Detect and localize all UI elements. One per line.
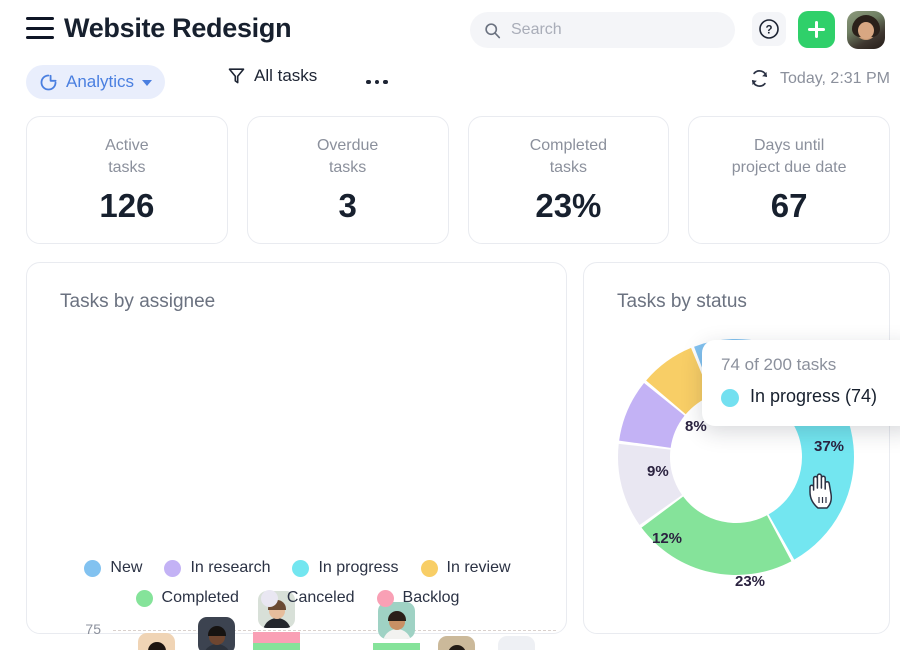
assignee-avatar[interactable] bbox=[198, 617, 235, 650]
donut-chart-icon bbox=[40, 74, 57, 90]
legend-color-dot bbox=[135, 589, 153, 607]
stat-value: 23% bbox=[535, 187, 602, 225]
legend-color-dot bbox=[164, 559, 182, 577]
donut-percentage-label: 37% bbox=[814, 438, 845, 455]
legend-item[interactable]: In research bbox=[164, 559, 270, 577]
stat-label: Active tasks bbox=[105, 135, 149, 178]
tooltip-color-dot bbox=[721, 389, 739, 407]
legend-row: New In research In progress In review bbox=[57, 559, 538, 577]
assignee-avatar[interactable] bbox=[438, 636, 475, 650]
stat-label-line1: Days until bbox=[754, 136, 825, 154]
stat-label: Completed tasks bbox=[530, 135, 607, 178]
stat-label: Overdue tasks bbox=[317, 135, 378, 178]
y-axis-tick-label: 75 bbox=[85, 621, 101, 637]
filter-funnel-icon bbox=[228, 68, 245, 84]
unassigned-avatar[interactable]: ? bbox=[498, 636, 535, 650]
question-circle-icon: ? bbox=[759, 19, 779, 39]
stat-label-line2: project due date bbox=[731, 158, 847, 176]
legend-item[interactable]: Canceled bbox=[260, 589, 355, 607]
legend-item[interactable]: Completed bbox=[135, 589, 239, 607]
chart-tooltip: 74 of 200 tasks In progress (74) bbox=[702, 340, 900, 426]
donut-percentage-label: 9% bbox=[647, 463, 669, 480]
donut-percentage-label: 23% bbox=[735, 573, 766, 590]
legend-label: Backlog bbox=[402, 589, 460, 606]
legend-item[interactable]: In progress bbox=[292, 559, 399, 577]
legend-item[interactable]: In review bbox=[420, 559, 511, 577]
view-selector-analytics[interactable]: Analytics bbox=[26, 65, 166, 99]
donut-chart-title: Tasks by status bbox=[617, 291, 747, 312]
legend-label: In progress bbox=[318, 559, 399, 576]
legend-label: In review bbox=[446, 559, 511, 576]
donut-percentage-label: 12% bbox=[652, 530, 683, 547]
stat-label-line2: tasks bbox=[108, 158, 146, 176]
help-button[interactable]: ? bbox=[752, 12, 786, 46]
stat-value: 126 bbox=[99, 187, 155, 225]
stat-label-line2: tasks bbox=[328, 158, 367, 176]
hamburger-menu-icon[interactable] bbox=[26, 17, 54, 39]
legend-row: Completed Canceled Backlog bbox=[57, 589, 538, 607]
search-input[interactable]: Search bbox=[470, 12, 735, 48]
legend-color-dot bbox=[292, 559, 310, 577]
pointer-hand-cursor bbox=[809, 473, 832, 509]
more-horizontal-icon bbox=[366, 79, 371, 85]
chevron-down-icon bbox=[142, 80, 153, 86]
legend-color-dot bbox=[84, 559, 102, 577]
avatar[interactable] bbox=[847, 11, 885, 49]
legend-color-dot bbox=[260, 589, 278, 607]
stat-label-line1: Completed bbox=[529, 136, 608, 154]
legend-item[interactable]: New bbox=[84, 559, 142, 577]
svg-text:?: ? bbox=[765, 25, 772, 37]
stat-label: Days until project due date bbox=[732, 135, 847, 178]
view-selector-label: Analytics bbox=[66, 72, 135, 91]
tasks-by-status-panel: Tasks by status 37% 23% 12% 9% 8% bbox=[583, 262, 890, 634]
assignee-avatar[interactable] bbox=[138, 632, 175, 650]
analytics-dashboard: Website Redesign Search ? Analytics All … bbox=[0, 0, 900, 650]
search-icon bbox=[485, 22, 501, 38]
legend-color-dot bbox=[420, 559, 438, 577]
legend-label: Completed bbox=[161, 589, 239, 606]
refresh-timestamp: Today, 2:31 PM bbox=[780, 69, 890, 87]
stat-label-line1: Active bbox=[105, 136, 149, 154]
tasks-by-assignee-panel: Tasks by assignee 7550250AMACLTPRRJST?UK… bbox=[26, 262, 567, 650]
bar-chart-legend: New In research In progress In review Comple… bbox=[57, 559, 538, 619]
filter-button[interactable]: All tasks bbox=[228, 66, 317, 86]
filter-label: All tasks bbox=[254, 66, 318, 85]
tooltip-heading: 74 of 200 tasks bbox=[721, 355, 837, 374]
add-button[interactable] bbox=[798, 11, 835, 48]
page-title: Website Redesign bbox=[64, 13, 292, 43]
stat-card-active-tasks[interactable]: Active tasks 126 bbox=[26, 116, 228, 244]
stat-card-overdue-tasks[interactable]: Overdue tasks 3 bbox=[246, 116, 449, 244]
bar-segment[interactable] bbox=[253, 643, 300, 650]
toolbar: Analytics All tasks Today, 2:31 PM bbox=[0, 60, 900, 104]
stat-label-line1: Overdue bbox=[316, 136, 379, 154]
bar-segment[interactable] bbox=[253, 631, 300, 644]
stat-card-days-until-due[interactable]: Days until project due date 67 bbox=[688, 116, 890, 244]
legend-item[interactable]: Backlog bbox=[376, 589, 460, 607]
legend-label: New bbox=[110, 559, 143, 576]
stat-card-completed-tasks[interactable]: Completed tasks 23% bbox=[467, 116, 670, 244]
legend-label: Canceled bbox=[286, 589, 355, 606]
legend-label: In research bbox=[190, 559, 271, 576]
more-options-button[interactable] bbox=[366, 74, 396, 90]
stat-value: 3 bbox=[338, 187, 357, 225]
legend-color-dot bbox=[376, 589, 394, 607]
stat-label-line2: tasks bbox=[549, 158, 588, 176]
bar-segment[interactable] bbox=[373, 643, 420, 650]
search-placeholder: Search bbox=[511, 21, 562, 38]
stat-value: 67 bbox=[770, 187, 808, 225]
app-header: Website Redesign Search ? bbox=[0, 0, 900, 58]
refresh-status[interactable]: Today, 2:31 PM bbox=[749, 68, 890, 89]
refresh-icon bbox=[751, 70, 768, 87]
tooltip-series-label: In progress (74) bbox=[750, 386, 878, 406]
stat-cards: Active tasks 126 Overdue tasks 3 Complet… bbox=[26, 116, 890, 244]
